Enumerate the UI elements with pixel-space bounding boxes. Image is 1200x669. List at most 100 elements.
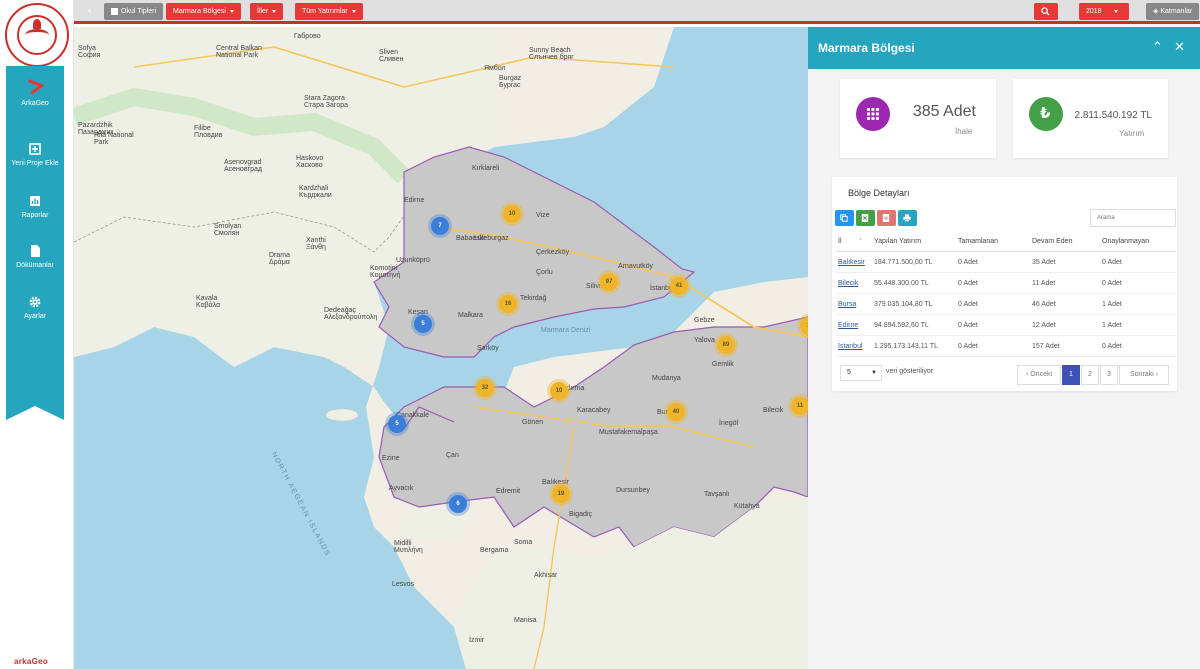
province-select-label: İller	[257, 8, 269, 15]
column-header-il[interactable]: İl ⌃	[836, 233, 872, 252]
map-view[interactable]: Sofya София Central Balkan National Park Sli…	[74, 27, 808, 669]
map-city-label: Lesvos	[392, 581, 415, 588]
pagination-page-2[interactable]: 2	[1081, 365, 1099, 385]
sidebar-item-label: Ayarlar	[23, 313, 47, 320]
pagination-next[interactable]: Sonraki ›	[1119, 365, 1169, 385]
layers-button[interactable]: ◈ Katmanlar	[1146, 3, 1200, 20]
print-button[interactable]	[898, 210, 917, 226]
column-header-devam-eden[interactable]: Devam Eden	[1030, 233, 1100, 252]
sidebar-item-settings[interactable]: Ayarlar	[6, 295, 64, 320]
map-cluster-marker[interactable]: 16	[499, 295, 517, 313]
province-link[interactable]: Bilecik	[836, 272, 872, 294]
plus-square-icon	[111, 7, 118, 15]
map-city-label: Sliven Сливен	[379, 49, 404, 63]
map-city-label: Kavala Καβάλα	[196, 295, 221, 309]
table-cell: 157 Adet	[1030, 335, 1100, 357]
table-cell: 0 Adet	[956, 272, 1030, 294]
map-city-label: Dursunbey	[616, 487, 650, 494]
stat-label: Yatırım	[1119, 129, 1145, 138]
province-link[interactable]: Balıkesir	[836, 251, 872, 273]
column-header-tamamlanan[interactable]: Tamamlanan	[956, 233, 1030, 252]
region-select[interactable]: Marmara Bölgesi	[166, 3, 241, 20]
map-cluster-marker[interactable]: 10	[503, 205, 521, 223]
map-cluster-marker[interactable]: 41	[670, 277, 688, 295]
details-title: Bölge Detayları	[848, 188, 910, 198]
map-cluster-marker[interactable]: 10	[550, 382, 568, 400]
map-cluster-marker[interactable]: 5	[388, 415, 406, 433]
map-city-label: Kardzhali Кърджали	[299, 185, 332, 199]
sidebar-item-arkageo[interactable]: ArkaGeo	[6, 78, 64, 107]
table-cell: 1 Adet	[1100, 293, 1176, 315]
search-icon	[1041, 7, 1050, 16]
map-cluster-marker[interactable]: 11	[791, 397, 808, 415]
map-city-label: Tavşanlı	[704, 491, 730, 498]
sidebar-item-documents[interactable]: Dökümanlar	[6, 244, 64, 269]
map-city-label: Kütahya	[734, 503, 760, 510]
map-city-label: Sofya София	[78, 45, 101, 59]
chevron-left-icon[interactable]: ‹	[88, 5, 91, 16]
sidebar-item-label: Dökümanlar	[16, 262, 54, 269]
caret-down-icon	[272, 9, 277, 13]
province-link[interactable]: Edirne	[836, 314, 872, 336]
page-size-value: 5	[847, 369, 851, 376]
map-city-label: Sunny Beach Слънчев бряг	[529, 47, 574, 61]
map-city-label: İnegöl	[719, 420, 739, 427]
map-city-label: Ямбол	[484, 65, 506, 72]
table-cell: 1.295.173.143,11 TL	[872, 335, 956, 357]
table-search-input[interactable]	[1090, 209, 1176, 227]
sidebar-item-reports[interactable]: Raporlar	[6, 194, 64, 219]
map-city-label: Çerkezköy	[536, 249, 570, 256]
map-city-label: Rila National Park	[94, 132, 134, 146]
okul-tipleri-button[interactable]: Okul Tipleri	[104, 3, 164, 20]
map-city-label: Midilli Μυτιλήνη	[394, 540, 423, 554]
map-city-label: Edremit	[496, 488, 521, 495]
sidebar-item-new-project[interactable]: Yeni Proje Ekle	[6, 142, 64, 167]
map-cluster-marker[interactable]: 19	[552, 485, 570, 503]
map-city-label: Xanthi Ξάνθη	[306, 237, 326, 251]
province-select[interactable]: İller	[250, 3, 284, 20]
map-cluster-marker[interactable]: 97	[600, 273, 618, 291]
column-header-onaylanmayan[interactable]: Onaylanmayan	[1100, 233, 1176, 252]
caret-down-icon	[1113, 9, 1118, 13]
pdf-export-button[interactable]	[877, 210, 896, 226]
table-row: Bursa 379.035.104,80 TL 0 Adet 46 Adet 1…	[836, 293, 1176, 315]
investment-select[interactable]: Tüm Yatırımlar	[295, 3, 363, 20]
table-cell: 0 Adet	[956, 314, 1030, 336]
map-city-label: Burgaz Бургас	[499, 75, 522, 89]
investment-select-label: Tüm Yatırımlar	[302, 8, 348, 15]
map-city-label: Lüleburgaz	[474, 235, 509, 242]
chevron-up-icon[interactable]: ⌃	[1152, 40, 1163, 54]
stat-value: 385 Adet	[912, 103, 976, 120]
map-cluster-marker[interactable]: 5	[414, 315, 432, 333]
excel-export-button[interactable]	[856, 210, 875, 226]
stat-card-tenders: 385 Adet İhale	[840, 79, 996, 158]
table-header-row: İl ⌃ Yapılan Yatırım Tamamlanan Devam Ed…	[836, 233, 1176, 252]
map-cluster-marker[interactable]: 32	[476, 379, 494, 397]
map-cluster-marker[interactable]: 6	[449, 495, 467, 513]
panel-title: Marmara Bölgesi	[818, 41, 915, 55]
pagination-page-3[interactable]: 3	[1100, 365, 1118, 385]
column-header-yatirim[interactable]: Yapılan Yatırım	[872, 233, 956, 252]
layers-label: Katmanlar	[1160, 8, 1193, 15]
copy-button[interactable]	[835, 210, 854, 226]
pagination-prev[interactable]: ‹ Önceki	[1017, 365, 1061, 385]
lira-icon: ₺	[1029, 97, 1063, 131]
map-city-label: Gemlik	[712, 361, 734, 368]
map-cluster-marker[interactable]: 89	[717, 336, 735, 354]
map-city-label: Çan	[446, 452, 459, 459]
sidebar-item-label: ArkaGeo	[21, 100, 49, 107]
map-cluster-marker[interactable]: 40	[667, 403, 685, 421]
map-city-label: Kırklareli	[472, 165, 500, 172]
year-select[interactable]: 2018	[1079, 3, 1129, 20]
caret-down-icon	[351, 9, 356, 13]
close-icon[interactable]: ✕	[1174, 40, 1185, 54]
map-cluster-marker[interactable]: 7	[431, 217, 449, 235]
province-link[interactable]: İstanbul	[836, 335, 872, 357]
map-city-label: Şarköy	[477, 345, 499, 352]
province-link[interactable]: Bursa	[836, 293, 872, 315]
okul-tipleri-label: Okul Tipleri	[121, 8, 157, 15]
page-size-select[interactable]: 5 ▼	[840, 365, 882, 381]
map-city-label: Yalova	[694, 337, 715, 344]
pagination-page-1[interactable]: 1	[1062, 365, 1080, 385]
search-button[interactable]	[1034, 3, 1058, 20]
